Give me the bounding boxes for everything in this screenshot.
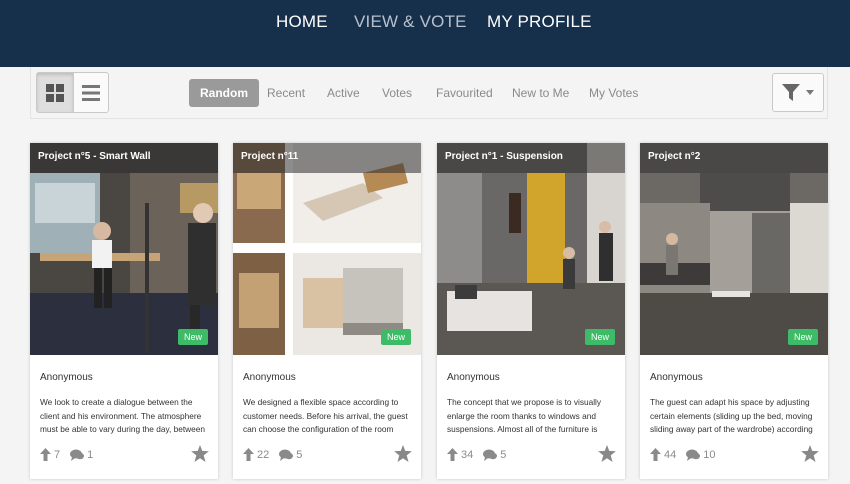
new-badge: New xyxy=(380,329,411,345)
nav-home[interactable]: HOME xyxy=(276,12,328,32)
comments-icon xyxy=(483,449,498,461)
comment-count-group[interactable]: 5 xyxy=(483,449,506,461)
comment-count: 5 xyxy=(500,448,507,461)
project-card[interactable]: Project n°2 New Anonymous The guest can … xyxy=(640,143,828,479)
grid-icon xyxy=(45,83,64,102)
new-badge: New xyxy=(177,329,208,345)
top-navigation: HOME VIEW & VOTE MY PROFILE xyxy=(0,0,850,67)
favourite-star-icon[interactable] xyxy=(191,445,209,462)
card-description: The concept that we propose is to visual… xyxy=(447,397,602,435)
filter-icon xyxy=(782,83,800,101)
comment-count-group[interactable]: 1 xyxy=(70,449,93,461)
project-card[interactable]: Project n°11 New Anonymous We designed a… xyxy=(233,143,421,479)
card-author: Anonymous xyxy=(650,372,703,383)
comments-icon xyxy=(70,449,85,461)
list-icon xyxy=(81,84,100,101)
favourite-star-icon[interactable] xyxy=(394,445,412,462)
caret-down-icon xyxy=(806,90,814,95)
card-stats: 7 1 xyxy=(40,448,103,461)
card-title: Project n°11 xyxy=(233,143,421,173)
comment-count-group[interactable]: 10 xyxy=(686,448,716,461)
vote-count: 34 xyxy=(461,448,474,461)
project-image[interactable] xyxy=(640,143,828,355)
project-image[interactable] xyxy=(30,143,218,355)
tab-recent[interactable]: Recent xyxy=(256,79,316,107)
vote-count: 7 xyxy=(54,448,61,461)
tab-votes[interactable]: Votes xyxy=(371,79,423,107)
vote-count-group[interactable]: 22 xyxy=(243,448,269,461)
card-author: Anonymous xyxy=(40,372,93,383)
arrow-up-icon xyxy=(243,448,254,461)
view-toggle xyxy=(36,72,109,113)
vote-count-group[interactable]: 44 xyxy=(650,448,676,461)
toolbar: Random Recent Active Votes Favourited Ne… xyxy=(30,67,828,119)
comment-count: 10 xyxy=(703,448,716,461)
filter-button[interactable] xyxy=(772,73,824,112)
arrow-up-icon xyxy=(650,448,661,461)
vote-count-group[interactable]: 7 xyxy=(40,448,60,461)
favourite-star-icon[interactable] xyxy=(801,445,819,462)
tab-my-votes[interactable]: My Votes xyxy=(578,79,649,107)
comment-count: 1 xyxy=(87,448,94,461)
comment-count: 5 xyxy=(296,448,303,461)
comment-count-group[interactable]: 5 xyxy=(279,449,302,461)
tab-favourited[interactable]: Favourited xyxy=(425,79,504,107)
list-view-button[interactable] xyxy=(72,73,109,112)
card-author: Anonymous xyxy=(243,372,296,383)
card-stats: 34 5 xyxy=(447,448,516,461)
favourite-star-icon[interactable] xyxy=(598,445,616,462)
vote-count: 22 xyxy=(257,448,270,461)
nav-view-vote[interactable]: VIEW & VOTE xyxy=(354,12,467,32)
card-title: Project n°5 - Smart Wall xyxy=(30,143,218,173)
arrow-up-icon xyxy=(447,448,458,461)
tab-new-to-me[interactable]: New to Me xyxy=(501,79,580,107)
project-card[interactable]: Project n°1 - Suspension New Anonymous T… xyxy=(437,143,625,479)
grid-view-button[interactable] xyxy=(37,73,73,112)
nav-my-profile[interactable]: MY PROFILE xyxy=(487,12,592,32)
project-image[interactable] xyxy=(233,143,421,355)
tab-random[interactable]: Random xyxy=(189,79,259,107)
new-badge: New xyxy=(787,329,818,345)
comments-icon xyxy=(686,449,701,461)
project-image[interactable] xyxy=(437,143,625,355)
arrow-up-icon xyxy=(40,448,51,461)
comments-icon xyxy=(279,449,294,461)
project-card[interactable]: Project n°5 - Smart Wall New Anonymous W… xyxy=(30,143,218,479)
card-description: The guest can adapt his space by adjusti… xyxy=(650,397,813,435)
vote-count-group[interactable]: 34 xyxy=(447,448,473,461)
card-author: Anonymous xyxy=(447,372,500,383)
tab-active[interactable]: Active xyxy=(316,79,371,107)
card-title: Project n°1 - Suspension xyxy=(437,143,625,173)
card-stats: 44 10 xyxy=(650,448,726,461)
card-description: We designed a flexible space according t… xyxy=(243,397,408,435)
card-description: We look to create a dialogue between the… xyxy=(40,397,205,435)
vote-count: 44 xyxy=(664,448,677,461)
card-stats: 22 5 xyxy=(243,448,312,461)
card-title: Project n°2 xyxy=(640,143,828,173)
new-badge: New xyxy=(584,329,615,345)
